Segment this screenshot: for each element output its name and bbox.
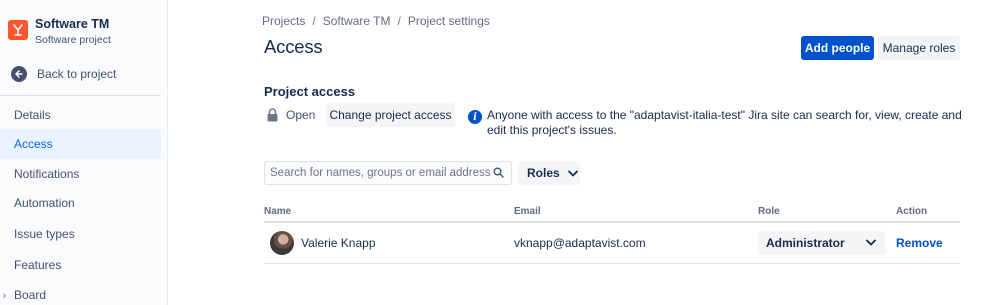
sidebar-item-access[interactable]: Access — [0, 129, 161, 159]
access-status: Open — [267, 108, 315, 122]
role-select-value: Administrator — [766, 236, 845, 250]
back-label: Back to project — [37, 67, 117, 81]
search-icon — [493, 167, 504, 178]
avatar — [270, 231, 294, 255]
sidebar-divider — [0, 95, 161, 96]
chevron-down-icon — [866, 239, 876, 246]
roles-filter-button[interactable]: Roles — [518, 161, 580, 185]
back-to-project-link[interactable]: Back to project — [11, 66, 116, 82]
roles-filter-label: Roles — [527, 166, 560, 180]
column-header-role: Role — [758, 206, 780, 217]
lock-icon — [267, 108, 278, 122]
table-header-divider — [264, 221, 960, 223]
table-row-divider — [264, 263, 960, 264]
user-name: Valerie Knapp — [301, 236, 376, 250]
search-input[interactable] — [270, 167, 490, 179]
breadcrumb-separator: / — [312, 14, 316, 28]
arrow-left-icon — [11, 66, 27, 82]
column-header-email: Email — [514, 206, 541, 217]
search-field[interactable] — [264, 161, 512, 185]
role-select[interactable]: Administrator — [758, 231, 885, 255]
access-status-label: Open — [286, 108, 316, 122]
project-access-title: Project access — [264, 84, 356, 99]
change-project-access-button[interactable]: Change project access — [326, 103, 455, 127]
user-email: vknapp@adaptavist.com — [514, 236, 646, 250]
breadcrumb-project[interactable]: Software TM — [323, 14, 391, 28]
breadcrumb-projects[interactable]: Projects — [262, 14, 305, 28]
project-access-info: Anyone with access to the "adaptavist-it… — [487, 108, 962, 137]
project-type: Software project — [35, 34, 111, 46]
sidebar: Software TM Software project Back to pro… — [0, 0, 168, 305]
chevron-down-icon — [567, 170, 578, 176]
manage-roles-button[interactable]: Manage roles — [878, 36, 960, 60]
column-header-action: Action — [896, 206, 928, 217]
sidebar-item-issue-types[interactable]: Issue types — [0, 219, 161, 249]
column-header-name: Name — [264, 206, 292, 217]
sidebar-item-notifications[interactable]: Notifications — [0, 159, 161, 189]
project-rocket-icon — [8, 20, 28, 40]
sidebar-item-label: Board — [14, 288, 47, 302]
sidebar-item-features[interactable]: Features — [0, 250, 161, 280]
remove-user-link[interactable]: Remove — [896, 236, 943, 250]
info-icon: i — [468, 110, 482, 124]
sidebar-item-board[interactable]: › Board — [0, 280, 161, 305]
page-title: Access — [264, 36, 323, 57]
add-people-button[interactable]: Add people — [801, 36, 874, 60]
breadcrumb-separator: / — [397, 14, 401, 28]
project-header[interactable]: Software TM Software project — [8, 16, 111, 47]
project-name: Software TM — [35, 17, 110, 31]
sidebar-item-automation[interactable]: Automation — [0, 188, 161, 218]
breadcrumb-project-settings[interactable]: Project settings — [408, 14, 490, 28]
sidebar-item-details[interactable]: Details — [0, 100, 161, 130]
breadcrumb: Projects / Software TM / Project setting… — [262, 14, 490, 28]
chevron-right-icon: › — [3, 290, 6, 300]
